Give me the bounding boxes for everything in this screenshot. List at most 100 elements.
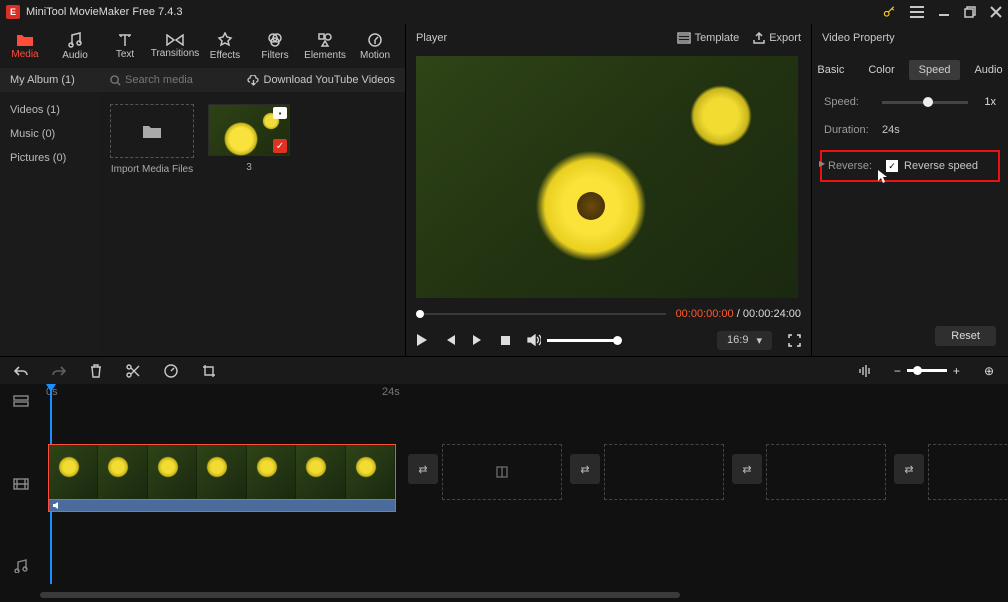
time-current: 00:00:00:00 xyxy=(676,308,734,320)
tool-text[interactable]: Text xyxy=(100,24,150,68)
tool-filters[interactable]: Filters xyxy=(250,24,300,68)
transition-slot[interactable]: ⇄ xyxy=(732,454,762,484)
duration-value: 24s xyxy=(882,124,900,136)
tab-basic[interactable]: Basic xyxy=(807,60,854,80)
transition-slot[interactable]: ⇄ xyxy=(408,454,438,484)
tool-transitions[interactable]: Transitions xyxy=(150,24,200,68)
speaker-icon xyxy=(53,501,63,510)
drop-zone[interactable] xyxy=(766,444,886,500)
volume-icon xyxy=(527,334,541,346)
fullscreen-button[interactable] xyxy=(788,334,801,347)
aspect-ratio-select[interactable]: 16:9 ▾ xyxy=(717,331,772,350)
sidebar-item-pictures[interactable]: Pictures (0) xyxy=(0,146,100,170)
speed-slider[interactable] xyxy=(882,101,968,104)
import-label: Import Media Files xyxy=(111,164,193,175)
player-title: Player xyxy=(416,32,447,44)
reverse-label: Reverse: xyxy=(828,160,872,172)
minimize-button[interactable] xyxy=(938,6,950,18)
speed-label: Speed: xyxy=(824,96,872,108)
duration-label: Duration: xyxy=(824,124,872,136)
stop-button[interactable] xyxy=(500,335,511,346)
caret-right-icon: ▶ xyxy=(819,159,825,168)
speed-button[interactable] xyxy=(164,364,178,378)
media-thumbnail[interactable]: ▪ ✓ xyxy=(208,104,290,156)
transitions-icon xyxy=(166,34,184,46)
export-icon xyxy=(753,32,765,44)
reverse-section: ▶ Reverse: ✓ Reverse speed xyxy=(820,150,1000,182)
close-button[interactable] xyxy=(990,6,1002,18)
tool-audio[interactable]: Audio xyxy=(50,24,100,68)
transition-slot[interactable]: ⇄ xyxy=(570,454,600,484)
folder-icon xyxy=(16,33,34,47)
tab-speed[interactable]: Speed xyxy=(909,60,961,80)
audio-strip[interactable] xyxy=(48,500,396,512)
delete-button[interactable] xyxy=(90,364,102,378)
zoom-in-button[interactable]: + xyxy=(953,364,960,378)
selected-check-icon: ✓ xyxy=(273,139,287,153)
motion-icon xyxy=(367,32,383,48)
crop-button[interactable] xyxy=(202,364,216,378)
property-title: Video Property xyxy=(822,32,895,44)
music-icon xyxy=(67,32,83,48)
search-icon xyxy=(110,75,121,86)
drop-zone[interactable] xyxy=(442,444,562,500)
speed-value: 1x xyxy=(978,96,996,108)
undo-button[interactable] xyxy=(14,365,28,377)
elements-icon xyxy=(317,32,333,48)
sidebar-item-videos[interactable]: Videos (1) xyxy=(0,98,100,122)
app-title: MiniTool MovieMaker Free 7.4.3 xyxy=(26,6,882,18)
chevron-down-icon: ▾ xyxy=(756,334,762,347)
filters-icon xyxy=(267,32,283,48)
reverse-option-label: Reverse speed xyxy=(904,160,978,172)
tool-media[interactable]: Media xyxy=(0,24,50,68)
menu-icon[interactable] xyxy=(910,6,924,18)
prev-button[interactable] xyxy=(444,334,456,346)
split-button[interactable] xyxy=(126,364,140,378)
zoom-fit-button[interactable]: ⊕ xyxy=(984,364,994,378)
media-sidebar: Videos (1) Music (0) Pictures (0) xyxy=(0,92,100,356)
tab-audio[interactable]: Audio xyxy=(964,60,1008,80)
drop-zone[interactable] xyxy=(604,444,724,500)
tool-effects[interactable]: Effects xyxy=(200,24,250,68)
player-progress[interactable]: 00:00:00:00 / 00:00:24:00 xyxy=(416,308,801,320)
app-icon: E xyxy=(6,5,20,19)
track-audio-icon[interactable] xyxy=(0,548,42,584)
search-input[interactable]: Search media xyxy=(110,74,193,86)
video-clip[interactable] xyxy=(48,444,396,500)
time-total: 00:00:24:00 xyxy=(743,308,801,320)
main-toolbar: Media Audio Text Transitions Effects Fil… xyxy=(0,24,405,68)
timeline-ruler[interactable]: 0s 24s xyxy=(42,384,1008,402)
text-icon xyxy=(117,33,133,47)
tool-motion[interactable]: Motion xyxy=(350,24,400,68)
template-button[interactable]: Template xyxy=(677,32,740,44)
cloud-download-icon xyxy=(247,75,260,86)
thumbnail-label: 3 xyxy=(246,162,252,173)
timeline-audio-icon[interactable] xyxy=(858,364,870,378)
cursor-icon xyxy=(878,170,888,184)
volume-slider[interactable] xyxy=(527,334,617,346)
export-button[interactable]: Export xyxy=(753,32,801,44)
drop-zone[interactable] xyxy=(928,444,1008,500)
import-media-button[interactable] xyxy=(110,104,194,158)
redo-button[interactable] xyxy=(52,365,66,377)
video-badge-icon: ▪ xyxy=(273,107,287,119)
zoom-out-button[interactable]: − xyxy=(894,364,901,378)
sidebar-item-music[interactable]: Music (0) xyxy=(0,122,100,146)
key-icon[interactable] xyxy=(882,5,896,19)
reset-button[interactable]: Reset xyxy=(935,326,996,346)
preview-canvas xyxy=(416,56,798,298)
tab-color[interactable]: Color xyxy=(858,60,904,80)
album-label: My Album (1) xyxy=(10,74,110,86)
zoom-slider[interactable]: − + xyxy=(894,364,960,378)
transition-slot[interactable]: ⇄ xyxy=(894,454,924,484)
effects-icon xyxy=(217,32,233,48)
tool-elements[interactable]: Elements xyxy=(300,24,350,68)
track-layers-icon[interactable] xyxy=(0,384,42,420)
timeline-scrollbar[interactable] xyxy=(40,592,680,598)
template-icon xyxy=(677,32,691,44)
play-button[interactable] xyxy=(416,333,428,347)
track-video-icon[interactable] xyxy=(0,466,42,502)
download-youtube-link[interactable]: Download YouTube Videos xyxy=(247,74,396,86)
maximize-button[interactable] xyxy=(964,6,976,18)
next-button[interactable] xyxy=(472,334,484,346)
